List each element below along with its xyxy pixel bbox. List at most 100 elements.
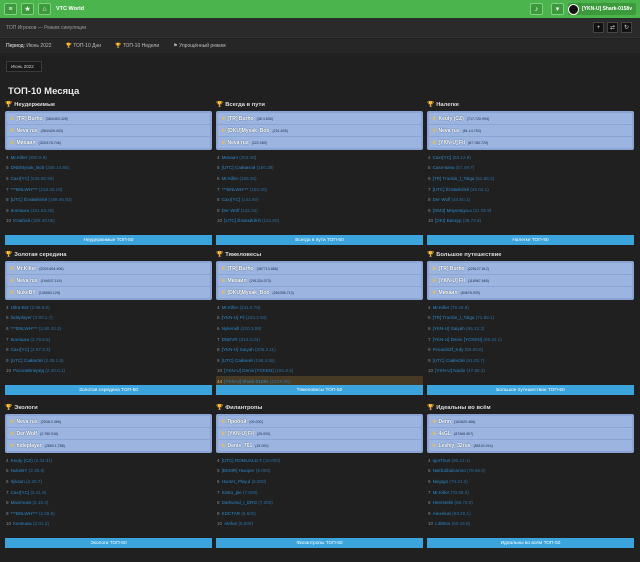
list-item[interactable]: 10 [UTC] Ёлквкйгйгй (121.60) xyxy=(216,216,423,227)
top50-button[interactable]: Экологи ТОП-50 xyxy=(5,538,212,548)
list-item[interactable]: 4 igorTirus (80.12.1) xyxy=(427,455,634,466)
podium-row[interactable]: ♛ Mr.Killer (2029.604.406) xyxy=(7,263,210,274)
list-item[interactable]: 5 [UTC] Сайвикэй (190.38) xyxy=(216,163,423,174)
podium-row[interactable]: ♛ Neva rus (194037.119) xyxy=(7,275,210,286)
podium-row[interactable]: ♛ Михаил (84678.939) xyxy=(429,287,632,298)
list-item[interactable]: 8 Maximuss (2.15.3) xyxy=(5,497,212,508)
podium-row[interactable]: ♛ Михаил (320/178.746) xyxy=(7,137,210,148)
podium-row[interactable]: ♛ NukeBY (136583.129) xyxy=(7,287,210,298)
podium-row[interactable]: ♛ Denn (102820.466) xyxy=(429,416,632,427)
list-item[interactable]: 4 Ultra-Bot (2.98.6.6) xyxy=(5,302,212,313)
podium-row[interactable]: ♛ Neva rus (384/429.403) xyxy=(7,125,210,136)
list-item[interactable]: 6 Ninjago (74.31.2) xyxy=(427,476,634,487)
podium-row[interactable]: ♛ 4sGL (87466.907) xyxy=(429,428,632,439)
list-item[interactable]: 7 [UTC] Ёлквкйгйгй (46.04.1) xyxy=(427,184,634,195)
top50-button[interactable]: Налегке ТОП-50 xyxy=(427,235,634,245)
list-item[interactable]: 7 [YKN-U] Denis [YCKEN] (59.32.1) xyxy=(427,334,634,345)
list-item[interactable]: 5 hideplayer (2.90.1.7) xyxy=(5,313,212,324)
list-item[interactable]: 4 Mr.Killer (76.44.8) xyxy=(427,302,634,313)
podium-row[interactable]: ♛ Neva rus (81.14.753) xyxy=(429,125,632,136)
list-item[interactable]: 8 Der Wolf (44.50.1) xyxy=(427,194,634,205)
top50-button[interactable]: Неудержимые ТОП-50 xyxy=(5,235,212,245)
list-item[interactable]: 6 Hunter_Play.d (8.000) xyxy=(216,476,423,487)
list-item[interactable]: 9 Der Wolf (132.34) xyxy=(216,205,423,216)
list-item[interactable]: 4 Keuty (CZ) (2.44.31) xyxy=(5,455,212,466)
podium-row[interactable]: ♛ Leshiy_32rus (85140.914) xyxy=(429,440,632,451)
list-item[interactable]: 6 [YKN-U] Saiyah (65.12.2) xyxy=(427,323,634,334)
top-days-filter[interactable]: 🏆 ТОП-10 Дни xyxy=(66,43,102,49)
chevron-icon[interactable]: ▾ xyxy=(550,3,564,15)
top-weeks-filter[interactable]: 🏆 ТОП-10 Недели xyxy=(115,43,159,49)
podium-row[interactable]: ♛ Keuty (CZ) (717.720.994) xyxy=(429,113,632,124)
list-item[interactable]: 9 [UTC] СайвкЭй (2.45.1.5) xyxy=(5,355,212,366)
list-item[interactable]: 8 Feoaaln2f_Kdy (55.60.8) xyxy=(427,344,634,355)
podium-row[interactable]: ♛ [TR] Burho (367713.888) xyxy=(218,263,421,274)
list-item[interactable]: 10 Юзвбой (152.40.06) xyxy=(5,216,212,227)
list-item[interactable]: 5 NukeBY (2.38.9) xyxy=(5,466,212,477)
star-icon[interactable]: ★ xyxy=(21,3,34,15)
list-item[interactable]: 7 Caxr[YC] (2.21.5) xyxy=(5,487,212,498)
list-item[interactable]: 5 DNEMysak_Bob (258.14.88) xyxy=(5,163,212,174)
refresh-icon[interactable]: ↻ xyxy=(621,22,632,33)
list-item[interactable]: 4 [UTC] ROMUALD.T (10.000) xyxy=(216,455,423,466)
list-item[interactable]: 7 DNEVR (214.3.04) xyxy=(216,334,423,345)
podium-row[interactable]: ♛ [YKN-U] Fil (25.000) xyxy=(218,428,421,439)
podium-row[interactable]: ♛ [DKU]Mysak_Bob (264396.713) xyxy=(218,287,421,298)
list-item[interactable]: 7 ***BNLWH*** (150.30) xyxy=(216,184,423,195)
add-icon[interactable]: + xyxy=(593,22,604,33)
top50-button[interactable]: Филантропы ТОП-50 xyxy=(216,538,423,548)
list-item[interactable]: 4 Mr.Killer (241.0.79) xyxy=(216,302,423,313)
list-item[interactable]: 4 Михаил (203.40) xyxy=(216,152,423,163)
podium-row[interactable]: ♛ Denis_761 (15.000) xyxy=(218,440,421,451)
podium-row[interactable]: ♛ [TR] Burho (384/453.428) xyxy=(7,113,210,124)
menu-icon[interactable]: ≡ xyxy=(4,3,17,15)
list-item[interactable]: 6 Ilykson (2.30.7) xyxy=(5,476,212,487)
list-item[interactable]: 6 Nykenidl (220.3.59) xyxy=(216,323,423,334)
list-item[interactable]: 5 [BKMR] Ньюрег (9.000) xyxy=(216,466,423,477)
podium-row[interactable]: ♛ [DKU]Mysak_Bob (231.828) xyxy=(218,125,421,136)
list-item[interactable]: 10 [DKI] Бвокур (38.72.6) xyxy=(427,216,634,227)
list-item[interactable]: 7 ***BNLWH*** (218.40.19) xyxy=(5,184,212,195)
share-icon[interactable]: ⇄ xyxy=(607,22,618,33)
list-item[interactable]: 6 Caxr[YC] (245.80.59) xyxy=(5,173,212,184)
list-item[interactable]: 5 [YKN-U] Fil (233.2.94) xyxy=(216,313,423,324)
list-item[interactable]: 9 [UTC] СайвкЭй (51.03.7) xyxy=(427,355,634,366)
list-item[interactable]: 6 ***BNLWH*** (2.80.33.2) xyxy=(5,323,212,334)
list-item[interactable]: 6 [TR] Truckin_l_Tolga (51.88.3) xyxy=(427,173,634,184)
brand-title[interactable]: VTC World xyxy=(56,6,84,12)
podium-row[interactable]: ♛ [YKN-U] Fil (118967.665) xyxy=(429,275,632,286)
list-item[interactable]: 9 KDCTAR (6.500) xyxy=(216,508,423,519)
list-item[interactable]: 8 [YKN-U] Saiyah (206.2.11) xyxy=(216,344,423,355)
top50-button[interactable]: Большое путешествие ТОП-50 xyxy=(427,385,634,395)
list-item[interactable]: 10 LitiWoo (60.18.6) xyxy=(427,519,634,530)
top50-button[interactable]: Тяжеловесы ТОП-50 xyxy=(216,385,423,395)
top50-button[interactable]: Золотая середина ТОП-50 xyxy=(5,385,212,395)
list-item[interactable]: 5 [TR] Truckin_l_Tolga (71.88.1) xyxy=(427,313,634,324)
list-item[interactable]: 6 Mr.Killer (166.35) xyxy=(216,173,423,184)
list-item[interactable]: 9 Коняшка (151.63.48) xyxy=(5,205,212,216)
podium-row[interactable]: ♛ Neva rus (2538.0.365) xyxy=(7,416,210,427)
list-item[interactable]: 8 Heerstelin (66.72.8) xyxy=(427,497,634,508)
list-item[interactable]: 9 Alexelusi (63.40.1) xyxy=(427,508,634,519)
podium-row[interactable]: ♛ [TR] Burho (38 4.836) xyxy=(218,113,421,124)
list-item[interactable]: 4 Caxr[YC] (60.12.8) xyxy=(427,152,634,163)
period-filter[interactable]: Период: Июнь 2022 xyxy=(6,43,52,49)
list-item[interactable]: 8 Darkwind_I_ERG (7.000) xyxy=(216,497,423,508)
top50-button[interactable]: Всегда в пути ТОП-50 xyxy=(216,235,423,245)
list-item[interactable]: 9 ***BNLWH*** (2.08.8) xyxy=(5,508,212,519)
podium-row[interactable]: ♛ Der Wolf (2.780.516) xyxy=(7,428,210,439)
podium-row[interactable]: ♛ Михаил (291334.073) xyxy=(218,275,421,286)
list-item[interactable]: 8 Caxr[YC] (2.67.3.3) xyxy=(5,344,212,355)
list-item[interactable]: 8 [UTC] Ёлквкйгйгй (188.46.83) xyxy=(5,194,212,205)
list-item[interactable]: 10 РоссияВперёд (2.40.0.1) xyxy=(5,366,212,377)
list-item[interactable]: 5 Nakfubbalvanno (78.66.5) xyxy=(427,466,634,477)
list-item[interactable]: 8 Caxr[YC] (141.60) xyxy=(216,194,423,205)
bell-icon[interactable]: ♪ xyxy=(529,3,543,15)
podium-row[interactable]: ♛ hideplayer (2890.1.788) xyxy=(7,440,210,451)
podium-row[interactable]: ♛ Neva rus (222.060) xyxy=(218,137,421,148)
list-item[interactable]: 5 Cass-вана (57.49.7) xyxy=(427,163,634,174)
list-item[interactable]: 9 [ОМЗ] Мяукевдсьз (41.08.9) xyxy=(427,205,634,216)
podium-row[interactable]: ♛ Пробой (00.000) xyxy=(218,416,421,427)
podium-row[interactable]: ♛ [TR] Burho (228127.812) xyxy=(429,263,632,274)
month-select[interactable]: Июнь 2022 xyxy=(6,61,42,72)
